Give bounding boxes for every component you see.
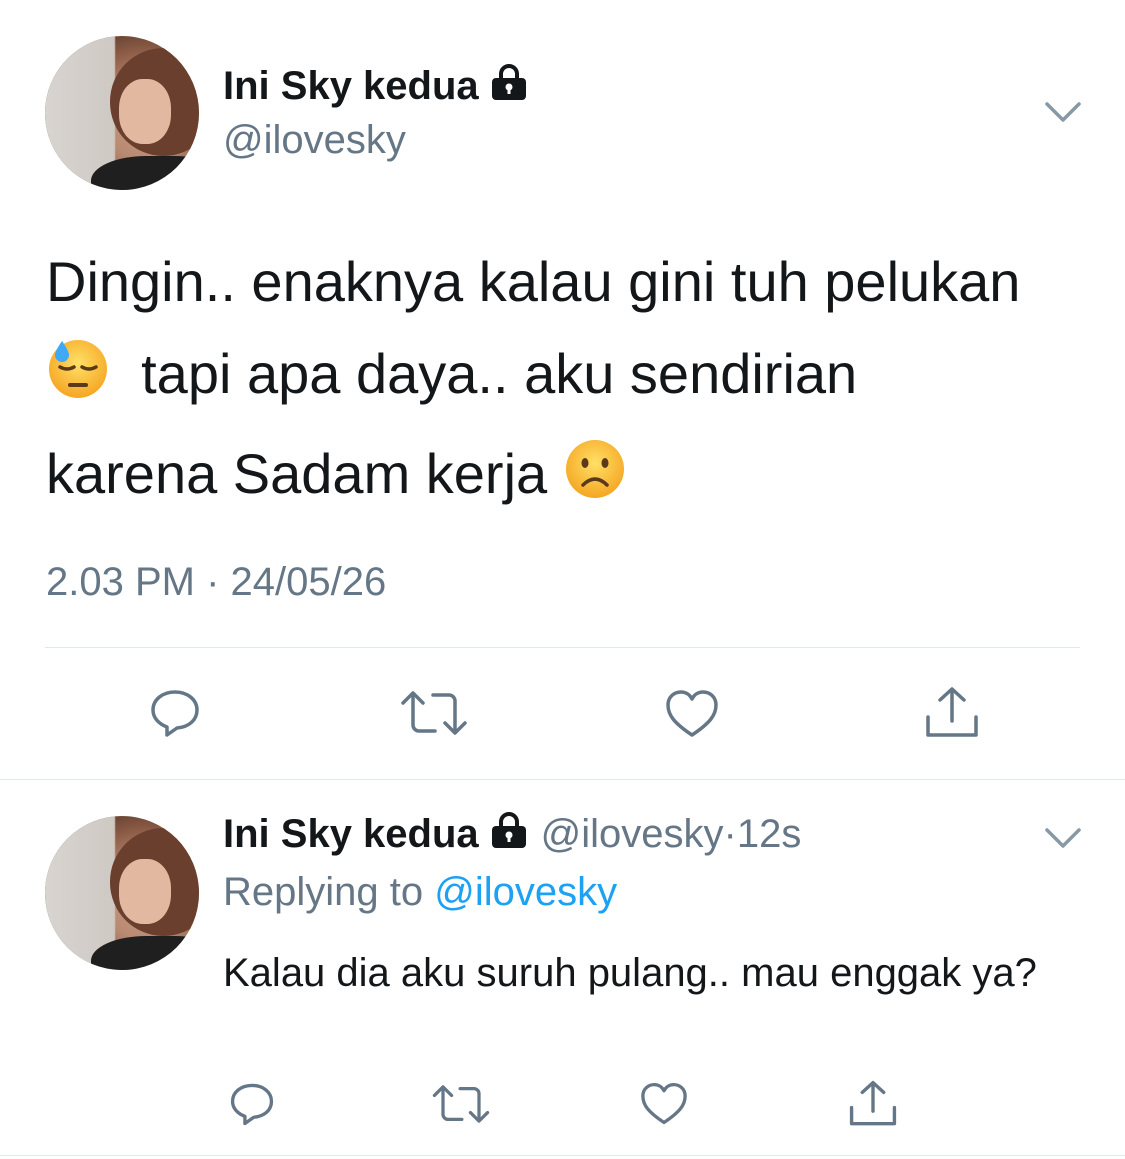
reply-icon (151, 690, 199, 737)
reply-author-name[interactable]: Ini Sky kedua (223, 812, 479, 856)
author-handle[interactable]: @ilovesky (223, 118, 406, 163)
reply-button[interactable] (227, 1080, 277, 1128)
author-name[interactable]: Ini Sky kedua (223, 64, 529, 112)
tweet-text-segment: tapi apa daya.. aku sendirian (141, 342, 858, 405)
separator: · (723, 812, 737, 856)
reply-header: Ini Sky kedua @ilovesky·12s (223, 812, 801, 860)
like-button[interactable] (662, 686, 722, 742)
lock-icon (489, 812, 529, 860)
reply-button[interactable] (145, 685, 205, 741)
avatar[interactable] (45, 36, 199, 190)
replying-prefix: Replying to (223, 870, 424, 914)
tweet-time: 2.03 PM (46, 560, 195, 604)
share-button[interactable] (846, 1078, 900, 1130)
tweet-text-segment: karena Sadam kerja (46, 442, 548, 505)
chevron-down-icon[interactable] (1044, 826, 1082, 855)
lock-icon (489, 64, 529, 112)
divider (0, 1155, 1125, 1156)
reply-author-handle[interactable]: @ilovesky (541, 812, 724, 856)
share-button[interactable] (922, 684, 982, 742)
like-icon (641, 1082, 687, 1125)
retweet-icon (401, 691, 467, 735)
retweet-icon (432, 1085, 490, 1123)
tweet-text: Dingin.. enaknya kalau gini tuh pelukan … (46, 236, 1096, 528)
reply-text: Kalau dia aku suruh pulang.. mau enggak … (223, 951, 1037, 995)
share-icon (926, 687, 978, 737)
like-icon (666, 690, 718, 737)
retweet-button[interactable] (398, 687, 470, 739)
divider (0, 779, 1125, 780)
tweet-text-line: Dingin.. enaknya kalau gini tuh pelukan (46, 250, 1021, 313)
tweet-text-line: tapi apa daya.. aku sendirian (46, 328, 1096, 428)
retweet-button[interactable] (430, 1082, 492, 1126)
downcast-face-with-sweat-icon (46, 336, 110, 428)
separator: · (206, 560, 220, 604)
divider (45, 647, 1080, 648)
avatar[interactable] (45, 816, 199, 970)
like-button[interactable] (638, 1080, 690, 1128)
replying-to: Replying to @ilovesky (223, 870, 617, 915)
reply-icon (230, 1083, 274, 1126)
frowning-face-icon (563, 436, 627, 528)
author-name-text[interactable]: Ini Sky kedua (223, 64, 479, 108)
replying-to-link[interactable]: @ilovesky (434, 870, 617, 914)
tweet-timestamp[interactable]: 2.03 PM · 24/05/26 (46, 560, 386, 605)
share-icon (849, 1080, 897, 1126)
reply-age[interactable]: 12s (737, 812, 802, 856)
chevron-down-icon[interactable] (1044, 100, 1082, 129)
tweet-text-line: karena Sadam kerja (46, 428, 1096, 528)
tweet-date: 24/05/26 (230, 560, 387, 604)
